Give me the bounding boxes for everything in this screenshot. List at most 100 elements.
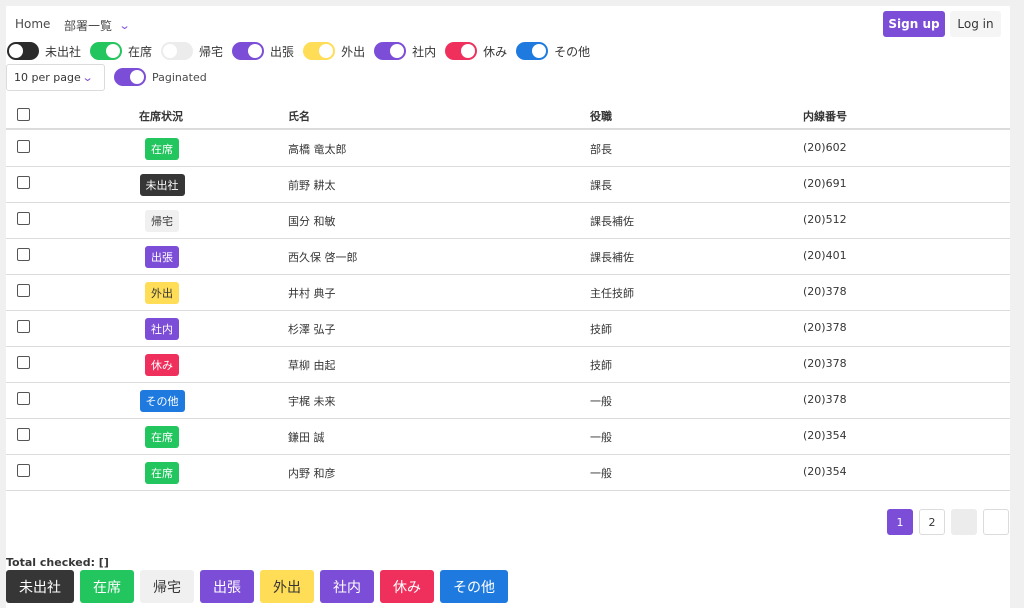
- row-checkbox[interactable]: [17, 356, 30, 369]
- toggle-switch[interactable]: [161, 42, 194, 60]
- toggle-switch[interactable]: [374, 42, 407, 60]
- row-checkbox[interactable]: [17, 248, 30, 261]
- title-cell: 主任技師: [590, 287, 634, 300]
- filter-switch-item[interactable]: 休み: [445, 42, 507, 60]
- filter-switch-label: 出張: [270, 44, 295, 59]
- table-row: 社内 杉澤 弘子 技師 (20)378: [6, 311, 1010, 347]
- paginated-toggle[interactable]: Paginated: [114, 68, 207, 86]
- row-checkbox[interactable]: [17, 212, 30, 225]
- name-cell: 宇梶 未来: [288, 395, 336, 408]
- extension-cell: (20)354: [803, 429, 847, 442]
- nav-dept-label: 部署一覧: [64, 19, 113, 33]
- title-cell: 課長: [590, 179, 612, 192]
- filter-switch-label: 未出社: [45, 44, 82, 59]
- name-cell: 草柳 由起: [288, 359, 336, 372]
- row-checkbox[interactable]: [17, 428, 30, 441]
- nav-home-link[interactable]: Home: [15, 17, 50, 31]
- extension-cell: (20)378: [803, 321, 847, 334]
- filter-switch-item[interactable]: 未出社: [7, 42, 81, 60]
- status-badge: 帰宅: [145, 210, 179, 232]
- row-checkbox[interactable]: [17, 320, 30, 333]
- toggle-switch[interactable]: [232, 42, 265, 60]
- paginated-switch[interactable]: [114, 68, 146, 86]
- header-name: 氏名: [288, 110, 310, 123]
- chevron-down-icon: ⌄: [81, 71, 94, 84]
- paginated-label: Paginated: [152, 70, 207, 84]
- filter-switch-label: 休み: [483, 44, 508, 59]
- set-status-button[interactable]: 在席: [80, 570, 134, 603]
- status-badge: 出張: [145, 246, 179, 268]
- toggle-switch[interactable]: [7, 42, 39, 60]
- filter-switch-item[interactable]: 在席: [90, 42, 152, 60]
- set-status-button[interactable]: 出張: [200, 570, 254, 603]
- set-status-button[interactable]: 未出社: [6, 570, 74, 603]
- title-cell: 課長補佐: [590, 215, 634, 228]
- status-badge: 休み: [145, 354, 179, 376]
- row-checkbox[interactable]: [17, 464, 30, 477]
- name-cell: 鎌田 誠: [288, 431, 325, 444]
- status-badge: 外出: [145, 282, 179, 304]
- header-title: 役職: [590, 110, 612, 123]
- page-ellipsis-button[interactable]: [951, 509, 977, 535]
- per-page-select[interactable]: 10 per page ⌄: [6, 64, 105, 91]
- name-cell: 前野 耕太: [288, 179, 336, 192]
- filter-switch-label: 外出: [341, 44, 366, 59]
- extension-cell: (20)512: [803, 213, 847, 226]
- filter-switch-item[interactable]: その他: [516, 42, 590, 60]
- table-row: 帰宅 国分 和敏 課長補佐 (20)512: [6, 203, 1010, 239]
- login-button[interactable]: Log in: [950, 11, 1001, 37]
- extension-cell: (20)378: [803, 393, 847, 406]
- status-badge: 在席: [145, 462, 179, 484]
- filter-switch-item[interactable]: 出張: [232, 42, 294, 60]
- row-checkbox[interactable]: [17, 176, 30, 189]
- title-cell: 一般: [590, 467, 612, 480]
- set-status-button[interactable]: 社内: [320, 570, 374, 603]
- page-1-button[interactable]: 1: [887, 509, 913, 535]
- name-cell: 内野 和彦: [288, 467, 336, 480]
- title-cell: 部長: [590, 143, 612, 156]
- per-page-value: 10 per page: [14, 71, 81, 84]
- row-checkbox[interactable]: [17, 284, 30, 297]
- status-badge: 未出社: [139, 174, 185, 196]
- row-checkbox[interactable]: [17, 392, 30, 405]
- next-page-button[interactable]: [983, 509, 1009, 535]
- table-row: 在席 内野 和彦 一般 (20)354: [6, 455, 1010, 491]
- extension-cell: (20)602: [803, 141, 847, 154]
- status-badge: 在席: [145, 138, 179, 160]
- header-status: 在席状況: [139, 110, 183, 123]
- filter-switch-item[interactable]: 外出: [303, 42, 365, 60]
- total-checked-text: Total checked: []: [6, 556, 109, 569]
- page-2-button[interactable]: 2: [919, 509, 945, 535]
- name-cell: 杉澤 弘子: [288, 323, 336, 336]
- toggle-switch[interactable]: [516, 42, 549, 60]
- name-cell: 高橋 竜太郎: [288, 143, 347, 156]
- set-status-button[interactable]: 外出: [260, 570, 314, 603]
- table-row: 出張 西久保 啓一郎 課長補佐 (20)401: [6, 239, 1010, 275]
- select-all-checkbox[interactable]: [17, 108, 30, 121]
- filter-switch-item[interactable]: 帰宅: [161, 42, 223, 60]
- set-status-button[interactable]: 帰宅: [140, 570, 194, 603]
- nav-dept-dropdown[interactable]: 部署一覧 ⌄: [64, 17, 131, 34]
- header-extension: 内線番号: [803, 110, 847, 123]
- table-row: その他 宇梶 未来 一般 (20)378: [6, 383, 1010, 419]
- title-cell: 技師: [590, 323, 612, 336]
- filter-switch-item[interactable]: 社内: [374, 42, 436, 60]
- extension-cell: (20)354: [803, 465, 847, 478]
- set-status-button[interactable]: 休み: [380, 570, 434, 603]
- table-row: 休み 草柳 由起 技師 (20)378: [6, 347, 1010, 383]
- toggle-switch[interactable]: [90, 42, 123, 60]
- row-checkbox[interactable]: [17, 140, 30, 153]
- filter-switch-label: 帰宅: [199, 44, 224, 59]
- name-cell: 西久保 啓一郎: [288, 251, 358, 264]
- set-status-button[interactable]: その他: [440, 570, 508, 603]
- filter-switch-label: 在席: [128, 44, 153, 59]
- toggle-switch[interactable]: [445, 42, 478, 60]
- signup-button[interactable]: Sign up: [883, 11, 945, 37]
- chevron-down-icon: ⌄: [118, 19, 131, 32]
- status-badge: 社内: [145, 318, 179, 340]
- table-row: 外出 井村 典子 主任技師 (20)378: [6, 275, 1010, 311]
- table-row: 在席 鎌田 誠 一般 (20)354: [6, 419, 1010, 455]
- toggle-switch[interactable]: [303, 42, 336, 60]
- title-cell: 技師: [590, 359, 612, 372]
- extension-cell: (20)691: [803, 177, 847, 190]
